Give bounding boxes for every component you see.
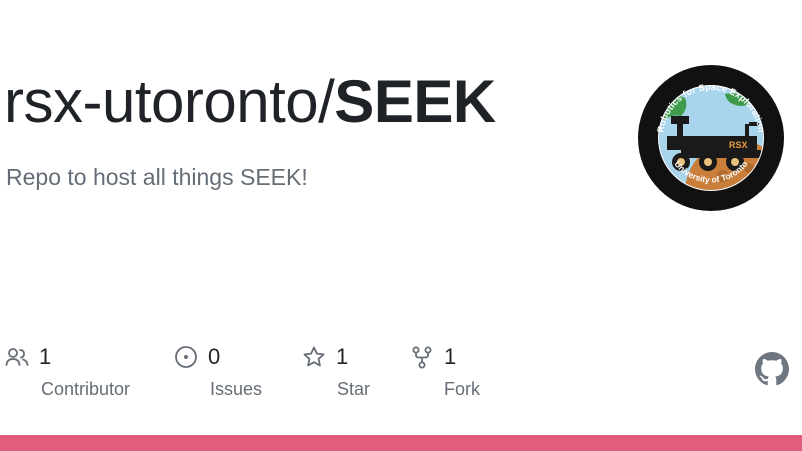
- stars-count: 1: [336, 344, 349, 369]
- repo-social-card: rsx-utoronto/SEEK Repo to host all thing…: [0, 0, 802, 451]
- stars-label: Star: [337, 379, 371, 399]
- star-icon: [303, 346, 325, 367]
- contributors-count: 1: [39, 344, 52, 369]
- people-icon: [5, 348, 29, 366]
- language-bar: [0, 435, 802, 451]
- issue-opened-icon: [175, 346, 197, 368]
- issues-count: 0: [208, 344, 221, 369]
- repo-forked-icon: [412, 346, 432, 369]
- issues-label: Issues: [210, 379, 263, 399]
- logo-badge-text: RSX: [729, 140, 748, 150]
- forks-label: Fork: [444, 379, 480, 399]
- github-mark-icon[interactable]: [755, 352, 789, 386]
- repo-name[interactable]: SEEK: [334, 68, 496, 135]
- repo-description: Repo to host all things SEEK!: [6, 164, 308, 190]
- forks-count: 1: [444, 344, 457, 369]
- repo-owner[interactable]: rsx-utoronto/: [4, 68, 335, 135]
- org-logo: RSX Robotics for Space Exploration Unive…: [638, 65, 784, 211]
- contributors-label: Contributor: [41, 379, 131, 399]
- repo-title[interactable]: rsx-utoronto/SEEK: [4, 66, 496, 138]
